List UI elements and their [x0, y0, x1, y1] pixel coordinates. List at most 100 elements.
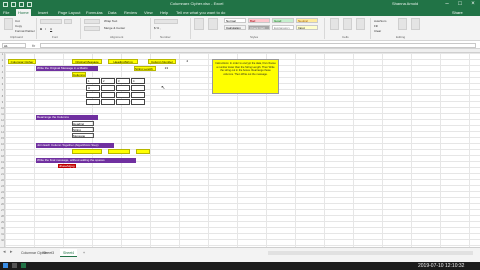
- row-number[interactable]: 29: [0, 221, 5, 224]
- row-number[interactable]: 30: [0, 227, 5, 230]
- autosum-button[interactable]: AutoSum: [374, 19, 386, 23]
- row-number[interactable]: 23: [0, 185, 5, 188]
- align-center-buttons[interactable]: [84, 26, 100, 31]
- align-top-buttons[interactable]: [84, 19, 100, 24]
- row-number[interactable]: 9: [0, 101, 5, 104]
- string-length-value[interactable]: 13: [158, 66, 168, 71]
- number-format-select[interactable]: [154, 19, 178, 24]
- tab-home[interactable]: Home: [16, 9, 31, 16]
- grid-cell[interactable]: H: [86, 85, 100, 91]
- tab-data[interactable]: Data: [108, 10, 116, 15]
- font-name-select[interactable]: [40, 19, 62, 24]
- autosave-icon[interactable]: [3, 2, 8, 7]
- bold-button[interactable]: B: [40, 27, 42, 31]
- rearranged-row-2[interactable]: String: [72, 127, 94, 132]
- style-check-cell[interactable]: Check Cell: [248, 25, 270, 30]
- tab-file[interactable]: File: [3, 10, 9, 15]
- name-box[interactable]: A1: [2, 43, 26, 48]
- sheet-tab-2[interactable]: Sheet3: [40, 249, 57, 257]
- row-number[interactable]: 24: [0, 191, 5, 194]
- row-number[interactable]: 27: [0, 209, 5, 212]
- cut-button[interactable]: Cut: [15, 19, 20, 23]
- grid-cell[interactable]: [116, 99, 130, 105]
- share-button[interactable]: Share: [452, 10, 463, 15]
- underline-button[interactable]: U: [50, 27, 52, 31]
- formula-input[interactable]: [40, 43, 476, 48]
- style-calculation[interactable]: Calculation: [224, 25, 246, 30]
- row-number[interactable]: 18: [0, 155, 5, 158]
- row-number[interactable]: 26: [0, 203, 5, 206]
- fill-button[interactable]: Fill: [374, 24, 378, 28]
- rearranged-row-3[interactable]: Message: [72, 133, 94, 138]
- user-name[interactable]: Shanna Arnold: [392, 1, 418, 6]
- clear-button[interactable]: Clear: [374, 29, 381, 33]
- horizontal-scrollbar[interactable]: [268, 251, 473, 255]
- tab-formulas[interactable]: Formulas: [86, 10, 103, 15]
- format-painter-button[interactable]: Format Painter: [15, 29, 35, 33]
- grid-cell[interactable]: [116, 85, 130, 91]
- row-number[interactable]: 6: [0, 83, 5, 86]
- label-columns[interactable]: Columns: [72, 72, 86, 77]
- scroll-right-icon[interactable]: ▸: [10, 249, 13, 255]
- grid-cell[interactable]: [116, 92, 130, 98]
- conditional-formatting-icon[interactable]: [194, 18, 204, 30]
- sheet-tab-active[interactable]: Sheet4: [60, 249, 78, 257]
- column-number-value[interactable]: 4: [178, 59, 188, 64]
- row-number[interactable]: 15: [0, 137, 5, 140]
- tab-view[interactable]: View: [144, 10, 153, 15]
- grid-cell[interactable]: [131, 92, 145, 98]
- grid-cell[interactable]: [86, 99, 100, 105]
- row-number[interactable]: 19: [0, 161, 5, 164]
- maximize-icon[interactable]: □: [455, 0, 465, 9]
- paste-icon[interactable]: [4, 18, 13, 30]
- tab-help[interactable]: Help: [160, 10, 168, 15]
- grid-cell[interactable]: [131, 99, 145, 105]
- step-write-original-message[interactable]: Write the Original Message in a Matrix: [36, 66, 98, 71]
- rearranged-row-1[interactable]: Heading: [72, 121, 94, 126]
- delete-cells-icon[interactable]: [343, 18, 352, 30]
- label-heading-string[interactable]: HeadingString: [108, 59, 138, 64]
- string-length-label[interactable]: String Length: [134, 66, 156, 71]
- format-as-table-icon[interactable]: [208, 18, 218, 30]
- row-number[interactable]: 20: [0, 167, 5, 170]
- undo-icon[interactable]: [19, 2, 24, 7]
- step-write-encrypted-message[interactable]: Write the final message, without adding …: [36, 158, 136, 163]
- tell-me-search[interactable]: Tell me what you want to do: [176, 10, 225, 15]
- row-number[interactable]: 14: [0, 131, 5, 134]
- excel-taskbar-icon[interactable]: [21, 263, 26, 268]
- style-bad[interactable]: Bad: [248, 18, 270, 23]
- row-number[interactable]: 5: [0, 77, 5, 80]
- italic-button[interactable]: I: [45, 27, 46, 31]
- style-good[interactable]: Good: [272, 18, 294, 23]
- style-normal[interactable]: Normal: [224, 18, 246, 23]
- row-number[interactable]: 12: [0, 119, 5, 122]
- format-cells-icon[interactable]: [356, 18, 365, 30]
- row-number[interactable]: 16: [0, 143, 5, 146]
- step-rearrange-columns[interactable]: Rearrange the Columns: [36, 115, 98, 120]
- instruction-note[interactable]: Instructions: In order to encrypt the da…: [212, 59, 279, 94]
- label-column-number[interactable]: Column Number: [148, 59, 176, 64]
- row-number[interactable]: 32: [0, 239, 5, 242]
- grid-cell[interactable]: [131, 85, 145, 91]
- row-number[interactable]: 3: [0, 65, 5, 68]
- tab-insert[interactable]: Insert: [38, 10, 48, 15]
- save-icon[interactable]: [11, 2, 16, 7]
- row-number[interactable]: 13: [0, 125, 5, 128]
- row-number[interactable]: 11: [0, 113, 5, 116]
- grid-cell[interactable]: [101, 85, 115, 91]
- grid-header-cell[interactable]: 4: [131, 78, 145, 84]
- font-size-select[interactable]: [64, 19, 72, 24]
- row-number[interactable]: 22: [0, 179, 5, 182]
- redo-icon[interactable]: [27, 2, 32, 7]
- insert-cells-icon[interactable]: [330, 18, 339, 30]
- row-number[interactable]: 2: [0, 59, 5, 62]
- row-number[interactable]: 25: [0, 197, 5, 200]
- row-number[interactable]: 17: [0, 149, 5, 152]
- encrypted-result[interactable]: dhaseMgsg: [58, 164, 76, 168]
- grid-header-cell[interactable]: 3: [116, 78, 130, 84]
- step-join-strings[interactable]: Join Each Column Together (Algorithmic S…: [36, 143, 114, 148]
- joined-string-b[interactable]: [108, 149, 130, 154]
- row-number[interactable]: 31: [0, 233, 5, 236]
- find-select-icon[interactable]: [411, 18, 420, 30]
- copy-button[interactable]: Copy: [15, 24, 22, 28]
